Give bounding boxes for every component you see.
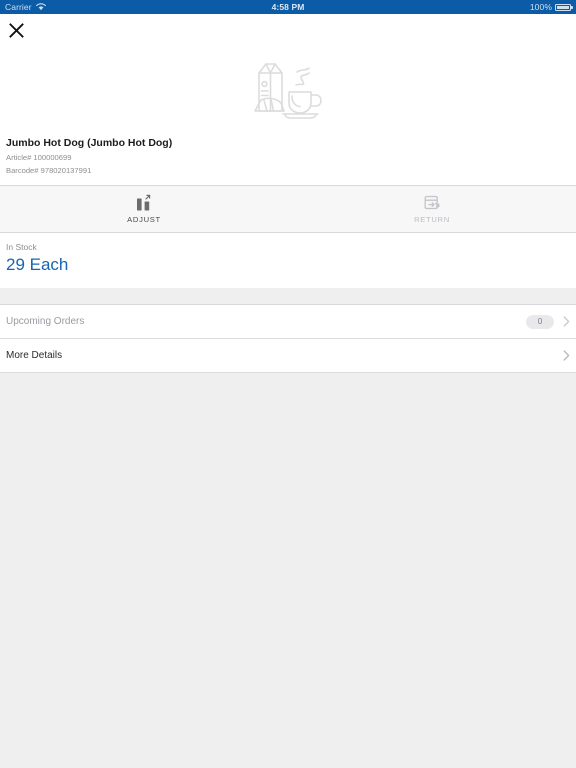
battery-full-icon [555, 3, 573, 11]
row-upcoming-orders-accessory: 0 [526, 314, 570, 329]
chevron-right-icon [563, 316, 570, 327]
close-button[interactable] [4, 18, 28, 42]
adjust-bars-icon [135, 194, 153, 211]
row-more-details-accessory [563, 350, 570, 361]
section-gap [0, 288, 576, 304]
grocery-placeholder-icon [254, 63, 322, 119]
return-box-icon [423, 194, 441, 211]
row-more-details-label: More Details [6, 350, 63, 361]
action-tab-bar: ADJUST RETURN [0, 186, 576, 232]
inventory-detail-screen: Carrier 4:58 PM 100% Jumbo Hot Dog (Jumb… [0, 0, 576, 768]
product-image-area [0, 44, 576, 136]
row-more-details[interactable]: More Details [0, 339, 576, 372]
product-article-number: Article# 100000699 [6, 153, 72, 162]
row-upcoming-orders-label: Upcoming Orders [6, 316, 85, 327]
close-icon [8, 22, 24, 38]
tab-adjust[interactable]: ADJUST [0, 186, 288, 232]
product-title: Jumbo Hot Dog (Jumbo Hot Dog) [6, 137, 173, 149]
row-upcoming-orders[interactable]: Upcoming Orders 0 [0, 305, 576, 338]
stock-quantity: 29 Each [6, 255, 69, 274]
empty-area [0, 373, 576, 768]
product-info: Jumbo Hot Dog (Jumbo Hot Dog) Article# 1… [0, 136, 576, 185]
product-barcode-number: Barcode# 978020137991 [6, 166, 92, 175]
chevron-right-icon [563, 350, 570, 361]
upcoming-orders-count-badge: 0 [526, 314, 554, 329]
tab-return-label: RETURN [414, 215, 450, 224]
stock-section: In Stock 29 Each [0, 233, 576, 288]
status-bar: Carrier 4:58 PM 100% [0, 0, 576, 14]
tab-return[interactable]: RETURN [288, 186, 576, 232]
detail-rows: Upcoming Orders 0 More Details [0, 305, 576, 373]
status-bar-time: 4:58 PM [271, 2, 305, 12]
stock-label: In Stock [6, 242, 37, 252]
navigation-bar [0, 14, 576, 44]
tab-adjust-label: ADJUST [127, 215, 161, 224]
